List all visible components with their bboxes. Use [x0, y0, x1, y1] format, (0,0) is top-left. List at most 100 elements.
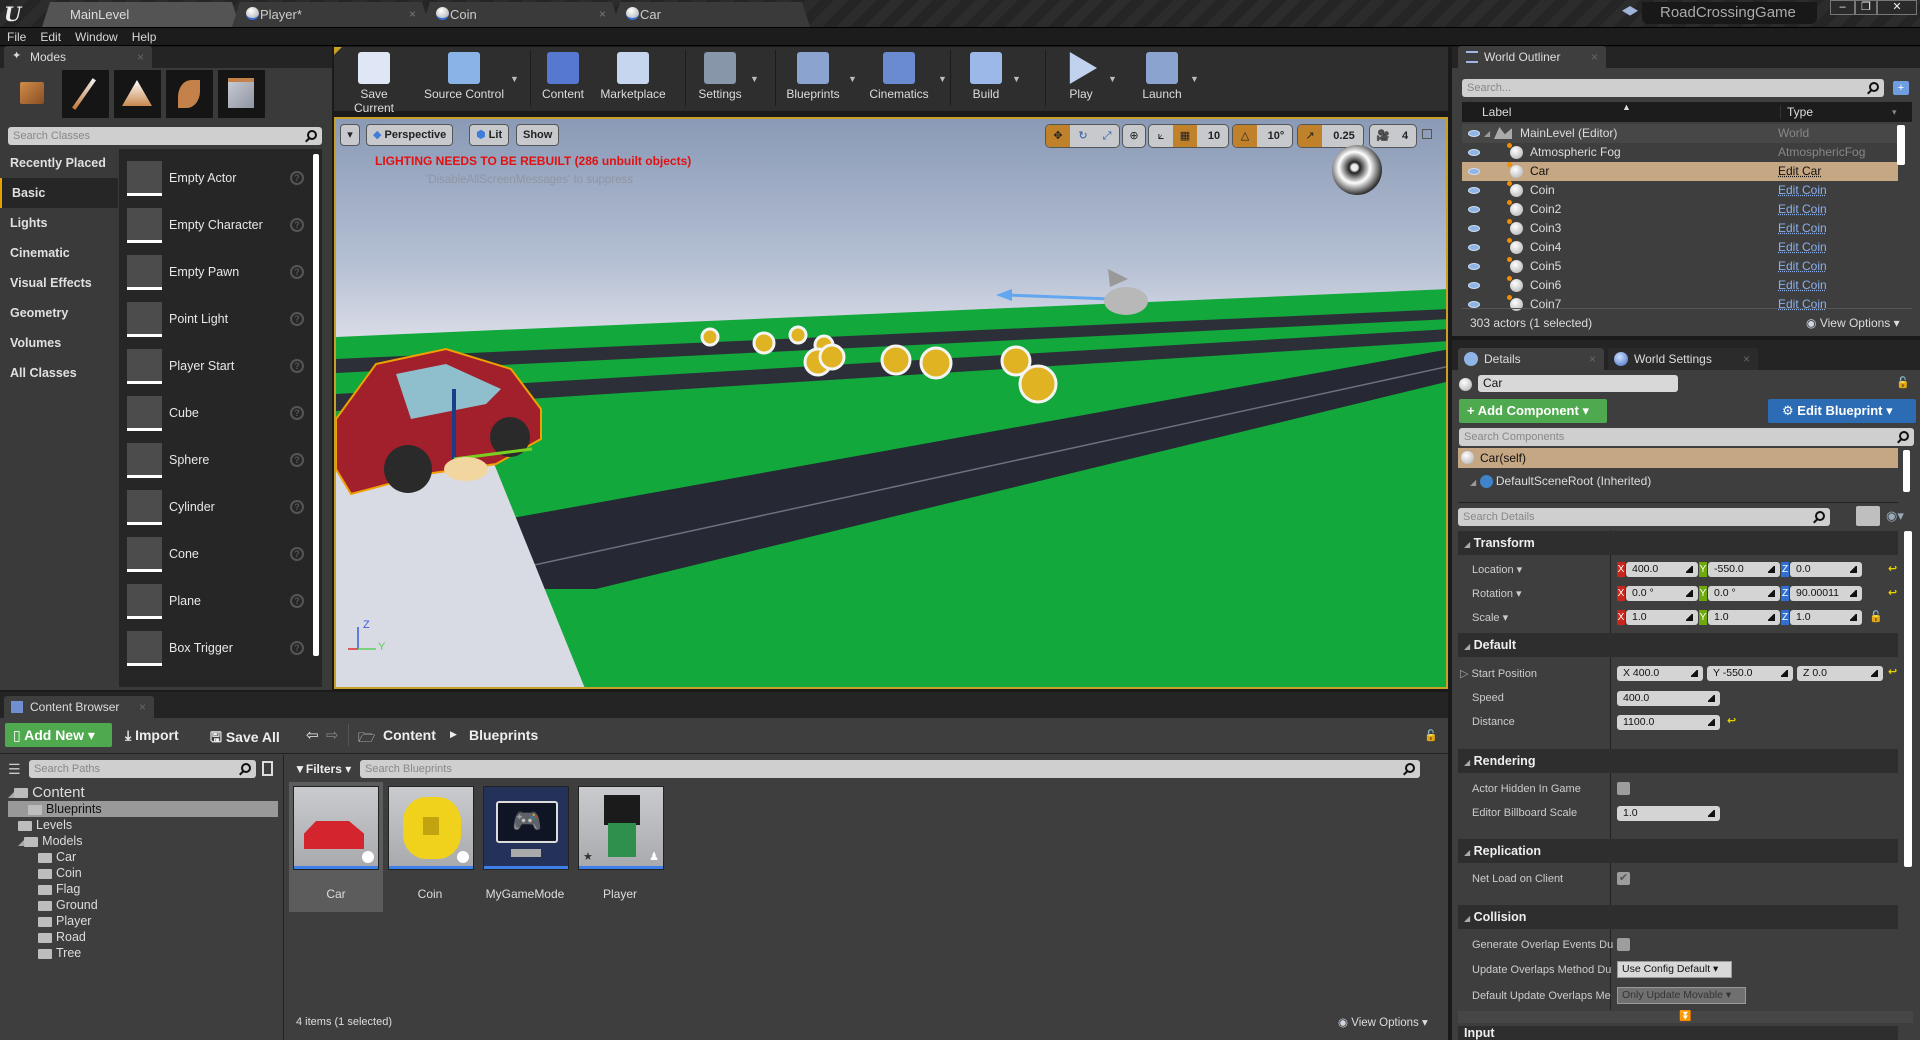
tab-details[interactable]: Details × — [1458, 348, 1604, 370]
placeable-item[interactable]: Player Start? — [127, 347, 307, 391]
doc-tab-coin[interactable]: Coin × — [422, 2, 620, 27]
visibility-eye-icon[interactable] — [1468, 263, 1480, 270]
toolbar-dropdown-arrow-icon[interactable]: ▼ — [1012, 74, 1021, 84]
toolbar-cinematics-button[interactable]: Cinematics — [862, 52, 936, 108]
billboard-scale-field[interactable]: 1.0 — [1617, 806, 1720, 821]
location-label[interactable]: Location ▾ — [1472, 563, 1522, 576]
placeable-item[interactable]: Point Light? — [127, 300, 307, 344]
placeable-item[interactable]: Cylinder? — [127, 488, 307, 532]
outliner-row[interactable]: Coin Edit Coin — [1462, 181, 1898, 200]
asset-player[interactable]: ★ ♟ — [578, 786, 664, 870]
history-forward-button[interactable]: ⇨ — [326, 726, 339, 744]
category-visual-effects[interactable]: Visual Effects — [0, 268, 118, 298]
translate-mode-icon[interactable]: ✥ — [1046, 125, 1070, 147]
toolbar-content-button[interactable]: Content — [538, 52, 588, 108]
search-assets-input[interactable]: Search Blueprints — [360, 760, 1420, 778]
close-icon[interactable]: × — [1591, 46, 1598, 68]
perspective-button[interactable]: ◆ Perspective — [366, 124, 454, 146]
column-label[interactable]: Label — [1482, 105, 1511, 119]
details-scrollbar[interactable] — [1904, 531, 1912, 867]
scale-lock-icon[interactable]: 🔓 — [1869, 610, 1883, 623]
asset-view-options[interactable]: ◉ View Options ▾ — [1338, 1015, 1428, 1029]
outliner-scrollbar[interactable] — [1897, 125, 1905, 165]
help-icon[interactable]: ? — [290, 641, 304, 655]
toolbar-build-button[interactable]: Build — [962, 52, 1010, 108]
outliner-row[interactable]: Coin7 Edit Coin — [1462, 295, 1898, 314]
rotation-z-field[interactable]: 90.00011 — [1790, 586, 1862, 601]
reset-to-default-icon[interactable]: ↩ — [1888, 586, 1897, 599]
edit-blueprint-link[interactable]: Edit Coin — [1778, 200, 1827, 219]
help-icon[interactable]: ? — [290, 171, 304, 185]
close-icon[interactable]: × — [139, 696, 146, 718]
placeable-item[interactable]: Box Trigger? — [127, 629, 307, 673]
visibility-eye-icon[interactable] — [1468, 130, 1480, 137]
folder-tree-item[interactable]: Player — [38, 913, 91, 929]
outliner-row[interactable]: Coin6 Edit Coin — [1462, 276, 1898, 295]
sources-panel-toggle-icon[interactable]: ☰ — [8, 761, 21, 778]
rotation-label[interactable]: Rotation ▾ — [1472, 587, 1522, 600]
asset-coin[interactable] — [388, 786, 474, 870]
section-rendering[interactable]: ◢ Rendering — [1458, 749, 1898, 773]
rotate-mode-icon[interactable]: ↻ — [1072, 125, 1094, 147]
asset-mygamemode[interactable]: 🎮 — [483, 786, 569, 870]
expand-arrow-icon[interactable]: ◢ — [1470, 478, 1476, 487]
edit-blueprint-link[interactable]: Edit Coin — [1778, 295, 1827, 314]
rotation-snap-value[interactable]: 10° — [1261, 125, 1291, 147]
distance-field[interactable]: 1100.0 — [1617, 715, 1720, 730]
rotation-x-field[interactable]: 0.0 ° — [1626, 586, 1698, 601]
placeable-item[interactable]: Empty Actor? — [127, 159, 307, 203]
outliner-row[interactable]: Coin3 Edit Coin — [1462, 219, 1898, 238]
close-icon[interactable]: × — [1589, 348, 1596, 370]
mode-place[interactable] — [10, 70, 57, 118]
outliner-row[interactable]: ◢ MainLevel (Editor) World — [1462, 124, 1898, 143]
component-self[interactable]: Car(self) — [1458, 448, 1898, 468]
scale-snap-value[interactable]: 0.25 — [1326, 125, 1362, 147]
visibility-eye-icon[interactable] — [1468, 301, 1480, 308]
menu-help[interactable]: Help — [125, 28, 164, 46]
section-default[interactable]: ◢ Default — [1458, 633, 1898, 657]
toolbar-dropdown-arrow-icon[interactable]: ▼ — [938, 74, 947, 84]
toolbar-dropdown-arrow-icon[interactable]: ▼ — [750, 74, 759, 84]
folder-tree-item[interactable]: Coin — [38, 865, 82, 881]
reset-to-default-icon[interactable]: ↩ — [1727, 714, 1736, 727]
folder-tree-item[interactable]: Flag — [38, 881, 80, 897]
generate-overlap-checkbox[interactable] — [1617, 938, 1630, 951]
visibility-eye-icon[interactable] — [1468, 282, 1480, 289]
edit-blueprint-link[interactable]: Edit Car — [1778, 162, 1821, 181]
visibility-eye-icon[interactable] — [1468, 206, 1480, 213]
add-folder-icon[interactable]: + — [1893, 81, 1909, 95]
filters-button[interactable]: ▼Filters ▾ — [294, 762, 351, 776]
start-position-label[interactable]: ▷ Start Position — [1460, 667, 1537, 680]
category-recently-placed[interactable]: Recently Placed — [0, 148, 118, 178]
start-position-z-field[interactable]: Z 0.0 — [1797, 666, 1883, 681]
edit-blueprint-button[interactable]: ⚙ Edit Blueprint ▾ — [1768, 399, 1916, 423]
visibility-eye-icon[interactable] — [1468, 244, 1480, 251]
mode-geometry[interactable] — [218, 70, 265, 118]
edit-blueprint-link[interactable]: Edit Coin — [1778, 219, 1827, 238]
components-scrollbar[interactable] — [1903, 450, 1910, 492]
toolbar-settings-button[interactable]: Settings — [692, 52, 748, 108]
edit-blueprint-link[interactable]: Edit Coin — [1778, 238, 1827, 257]
search-paths-input[interactable]: Search Paths — [29, 760, 256, 778]
asset-car[interactable] — [293, 786, 379, 870]
property-matrix-button[interactable] — [1856, 506, 1880, 526]
section-transform[interactable]: ◢ Transform — [1458, 531, 1898, 555]
viewport-options-button[interactable]: ▾ — [340, 124, 360, 146]
folder-tree-item[interactable]: ◢ Models — [18, 833, 82, 849]
level-viewport[interactable]: Z Y ▾ ◆ Perspective ⬢ Lit Show ✥ ↻ ⤢ ⊕ ⟀… — [334, 117, 1448, 689]
toolbar-dropdown-arrow-icon[interactable]: ▼ — [510, 74, 519, 84]
mode-foliage[interactable] — [166, 70, 213, 118]
placeable-item[interactable]: Cone? — [127, 535, 307, 579]
help-icon[interactable]: ? — [290, 265, 304, 279]
category-lights[interactable]: Lights — [0, 208, 118, 238]
column-type[interactable]: Type — [1780, 105, 1813, 119]
start-position-y-field[interactable]: Y -550.0 — [1707, 666, 1793, 681]
doc-tab-player[interactable]: Player* × — [232, 2, 430, 27]
net-load-checkbox[interactable]: ✔ — [1617, 872, 1630, 885]
placeable-scrollbar[interactable] — [313, 154, 319, 656]
placeable-item[interactable]: Sphere? — [127, 441, 307, 485]
scale-mode-icon[interactable]: ⤢ — [1096, 125, 1118, 147]
category-volumes[interactable]: Volumes — [0, 328, 118, 358]
toolbar-play-button[interactable]: Play — [1056, 52, 1106, 108]
help-icon[interactable]: ? — [290, 312, 304, 326]
